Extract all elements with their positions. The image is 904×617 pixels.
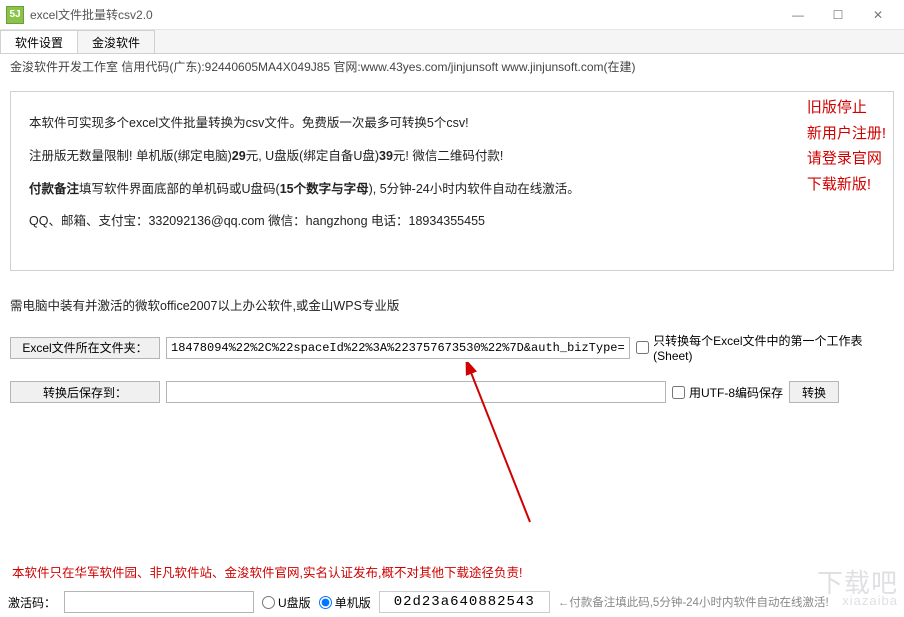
app-logo-icon: 5J: [6, 6, 24, 24]
requirement-text: 需电脑中装有并激活的微软office2007以上办公软件,或金山WPS专业版: [10, 295, 894, 314]
notice-line-3: 请登录官网: [807, 146, 886, 172]
info-panel: 本软件可实现多个excel文件批量转换为csv文件。免费版一次最多可转换5个cs…: [10, 91, 894, 271]
tab-bar: 软件设置 金浚软件: [0, 30, 904, 54]
machine-code: 02d23a640882543: [379, 591, 550, 613]
activation-hint: ←付款备注填此码,5分钟-24小时内软件自动在线激活!: [558, 594, 829, 610]
utf8-checkbox-input[interactable]: [672, 386, 685, 399]
side-notice: 旧版停止 新用户注册! 请登录官网 下载新版!: [807, 95, 886, 197]
dest-path-input[interactable]: [166, 381, 666, 403]
convert-button[interactable]: 转换: [789, 381, 839, 403]
notice-line-4: 下载新版!: [807, 172, 886, 198]
first-sheet-checkbox[interactable]: 只转换每个Excel文件中的第一个工作表(Sheet): [636, 332, 894, 363]
first-sheet-checkbox-input[interactable]: [636, 341, 649, 354]
source-row: Excel文件所在文件夹： 只转换每个Excel文件中的第一个工作表(Sheet…: [10, 332, 894, 363]
browse-source-button[interactable]: Excel文件所在文件夹：: [10, 337, 160, 359]
local-radio[interactable]: 单机版: [319, 594, 371, 611]
window-title: excel文件批量转csv2.0: [30, 6, 778, 23]
activation-label: 激活码：: [8, 594, 56, 611]
usb-radio[interactable]: U盘版: [262, 594, 311, 611]
tab-settings[interactable]: 软件设置: [0, 30, 78, 53]
footer-bar: 激活码： U盘版 单机版 02d23a640882543 ←付款备注填此码,5分…: [0, 591, 904, 613]
minimize-button[interactable]: —: [778, 1, 818, 29]
utf8-checkbox[interactable]: 用UTF-8编码保存: [672, 384, 783, 401]
maximize-button[interactable]: ☐: [818, 1, 858, 29]
utf8-label: 用UTF-8编码保存: [689, 384, 783, 401]
dest-row: 转换后保存到： 用UTF-8编码保存 转换: [10, 381, 894, 403]
first-sheet-label: 只转换每个Excel文件中的第一个工作表(Sheet): [653, 332, 894, 363]
usb-radio-input[interactable]: [262, 596, 275, 609]
close-button[interactable]: ✕: [858, 1, 898, 29]
activation-code-input[interactable]: [64, 591, 254, 613]
info-line-4: QQ、邮箱、支付宝：332092136@qq.com 微信：hangzhong …: [29, 212, 875, 231]
info-line-1: 本软件可实现多个excel文件批量转换为csv文件。免费版一次最多可转换5个cs…: [29, 114, 875, 133]
browse-dest-button[interactable]: 转换后保存到：: [10, 381, 160, 403]
info-line-2: 注册版无数量限制! 单机版(绑定电脑)29元, U盘版(绑定自备U盘)39元! …: [29, 147, 875, 166]
info-line-3: 付款备注填写软件界面底部的单机码或U盘码(15个数字与字母), 5分钟-24小时…: [29, 180, 875, 199]
titlebar: 5J excel文件批量转csv2.0 — ☐ ✕: [0, 0, 904, 30]
source-path-input[interactable]: [166, 337, 630, 359]
local-radio-input[interactable]: [319, 596, 332, 609]
notice-line-2: 新用户注册!: [807, 121, 886, 147]
company-header: 金浚软件开发工作室 信用代码(广东):92440605MA4X049J85 官网…: [10, 58, 894, 75]
tab-jinjun[interactable]: 金浚软件: [77, 30, 155, 53]
warning-text: 本软件只在华军软件园、非凡软件站、金浚软件官网,实名认证发布,概不对其他下载途径…: [12, 562, 522, 581]
notice-line-1: 旧版停止: [807, 95, 886, 121]
